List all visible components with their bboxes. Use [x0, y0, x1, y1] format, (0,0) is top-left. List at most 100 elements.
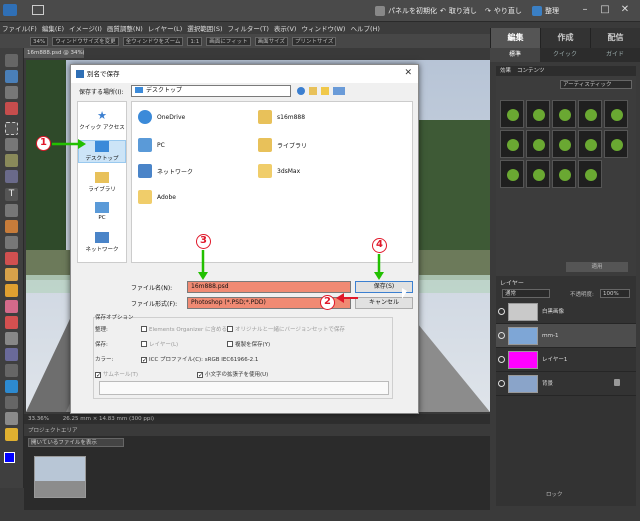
fit-screen-button[interactable]: 画面にフィット	[206, 36, 251, 46]
file-item-user[interactable]: s16m888	[258, 110, 305, 124]
new-folder-icon[interactable]	[321, 87, 329, 95]
move-tool-icon[interactable]	[5, 54, 18, 67]
menu-help[interactable]: ヘルプ(H)	[350, 23, 379, 33]
effect-thumbnail[interactable]	[604, 100, 628, 128]
file-item-adobe[interactable]: Adobe	[138, 190, 176, 204]
brush-tool-icon[interactable]	[5, 332, 18, 345]
hand-tool-icon[interactable]	[5, 86, 18, 99]
effect-thumbnail[interactable]	[526, 130, 550, 158]
effect-thumbnail[interactable]	[500, 160, 524, 188]
menu-filter[interactable]: フィルター(T)	[228, 23, 269, 33]
menu-image[interactable]: イメージ(I)	[69, 23, 102, 33]
menu-enhance[interactable]: 画質調整(N)	[107, 23, 143, 33]
zoom-all-checkbox[interactable]: 全ウィンドウをズーム	[122, 36, 184, 46]
icc-profile-checkbox[interactable]: ICC プロファイル(C): sRGB IEC61966-2.1	[141, 355, 258, 363]
type-tool-icon[interactable]: T	[5, 188, 18, 201]
tab-quick[interactable]: クイック	[540, 48, 590, 62]
eye-icon[interactable]	[498, 308, 505, 315]
save-in-select[interactable]: デスクトップ	[131, 85, 291, 97]
place-network[interactable]: ネットワーク	[78, 232, 126, 253]
back-icon[interactable]	[297, 87, 305, 95]
redo-button[interactable]: ↷ やり直し	[485, 4, 522, 18]
lowercase-extension-checkbox[interactable]: 小文字の拡張子を使用(U)	[197, 370, 268, 378]
resize-windows-checkbox[interactable]: ウィンドウサイズを変更	[52, 36, 119, 46]
effect-thumbnail[interactable]	[578, 100, 602, 128]
print-size-button[interactable]: プリントサイズ	[292, 36, 337, 46]
effect-thumbnail[interactable]	[578, 130, 602, 158]
place-pc[interactable]: PC	[78, 202, 126, 221]
file-item-pc[interactable]: PC	[138, 138, 165, 152]
selection-brush-tool-icon[interactable]	[5, 170, 18, 183]
shape-tool-icon[interactable]	[5, 396, 18, 409]
gradient-tool-icon[interactable]	[5, 380, 18, 393]
menu-window[interactable]: ウィンドウ(W)	[301, 23, 345, 33]
menu-select[interactable]: 選択範囲(S)	[187, 23, 222, 33]
view-menu-icon[interactable]	[333, 87, 345, 95]
zoom-field[interactable]: 34%	[30, 36, 49, 46]
project-thumbnail[interactable]	[34, 456, 86, 498]
zoom-tool-icon[interactable]	[5, 70, 18, 83]
clone-stamp-tool-icon[interactable]	[5, 284, 18, 297]
file-item-network[interactable]: ネットワーク	[138, 164, 193, 178]
organizer-checkbox[interactable]: Elements Organizer に含める	[141, 325, 227, 333]
layer-row-background[interactable]: 背景	[496, 372, 636, 396]
opacity-field[interactable]: 100%	[600, 289, 630, 298]
marquee-tool-icon[interactable]	[5, 122, 18, 135]
smart-brush-tool-icon[interactable]	[5, 348, 18, 361]
tab-full[interactable]: 標準	[490, 48, 540, 62]
eye-icon[interactable]	[498, 356, 505, 363]
document-tab[interactable]: 16m888.psd @ 34%(RGB/8)	[24, 48, 84, 58]
organizer-button[interactable]: 整理	[532, 4, 559, 18]
tab-content[interactable]: コンテンツ	[517, 66, 545, 76]
sponge-tool-icon[interactable]	[5, 428, 18, 441]
save-copy-checkbox[interactable]: 複製を保存(Y)	[227, 340, 270, 348]
lasso-tool-icon[interactable]	[5, 138, 18, 151]
effect-thumbnail[interactable]	[552, 160, 576, 188]
tab-create[interactable]: 作成	[540, 28, 590, 48]
red-eye-tool-icon[interactable]	[5, 252, 18, 265]
menu-file[interactable]: ファイル(F)	[2, 23, 37, 33]
layer-row-mm1[interactable]: ｍｍ-1	[496, 324, 636, 348]
actual-pixels-button[interactable]: 1:1	[187, 36, 203, 46]
effect-thumbnail[interactable]	[526, 160, 550, 188]
menu-layer[interactable]: レイヤー(L)	[148, 23, 183, 33]
effect-thumbnail[interactable]	[552, 130, 576, 158]
close-icon[interactable]: ✕	[404, 68, 412, 78]
menu-edit[interactable]: 編集(E)	[42, 23, 64, 33]
full-screen-button[interactable]: 画面サイズ	[254, 36, 289, 46]
maximize-button[interactable]: □	[598, 3, 612, 17]
version-set-checkbox[interactable]: オリジナルと一緒にバージョンセットで保存	[227, 325, 345, 333]
paint-bucket-tool-icon[interactable]	[5, 364, 18, 377]
eye-icon[interactable]	[498, 332, 505, 339]
minimize-button[interactable]: –	[578, 3, 592, 17]
straighten-tool-icon[interactable]	[5, 236, 18, 249]
healing-brush-tool-icon[interactable]	[5, 268, 18, 281]
effect-thumbnail[interactable]	[500, 100, 524, 128]
pencil-tool-icon[interactable]	[5, 316, 18, 329]
close-window-button[interactable]: ✕	[618, 3, 632, 17]
eraser-tool-icon[interactable]	[5, 300, 18, 313]
tab-guided[interactable]: ガイド	[590, 48, 640, 62]
arrange-icon[interactable]	[32, 5, 44, 15]
apply-effect-button[interactable]: 適用	[566, 262, 628, 272]
eye-icon[interactable]	[498, 380, 505, 387]
file-item-library[interactable]: ライブラリ	[258, 138, 307, 152]
effect-thumbnail[interactable]	[526, 100, 550, 128]
magic-wand-tool-icon[interactable]	[5, 154, 18, 167]
tab-edit[interactable]: 編集	[490, 28, 540, 48]
foreground-color-swatch[interactable]	[4, 452, 15, 463]
thumbnail-checkbox[interactable]: サムネール(T)	[95, 370, 138, 378]
up-folder-icon[interactable]	[309, 87, 317, 95]
effects-category-select[interactable]: アーティスティック	[560, 80, 632, 89]
filename-input[interactable]: 16m888.psd	[187, 281, 351, 293]
effect-thumbnail[interactable]	[552, 100, 576, 128]
cookie-cutter-tool-icon[interactable]	[5, 220, 18, 233]
eyedropper-tool-icon[interactable]	[5, 102, 18, 115]
effect-thumbnail[interactable]	[604, 130, 628, 158]
menu-view[interactable]: 表示(V)	[274, 23, 297, 33]
effect-thumbnail[interactable]	[500, 130, 524, 158]
file-item-3dsmax[interactable]: 3dsMax	[258, 164, 300, 178]
effect-thumbnail[interactable]	[578, 160, 602, 188]
tab-share[interactable]: 配信	[590, 28, 640, 48]
undo-button[interactable]: ↶ 取り消し	[440, 4, 477, 18]
